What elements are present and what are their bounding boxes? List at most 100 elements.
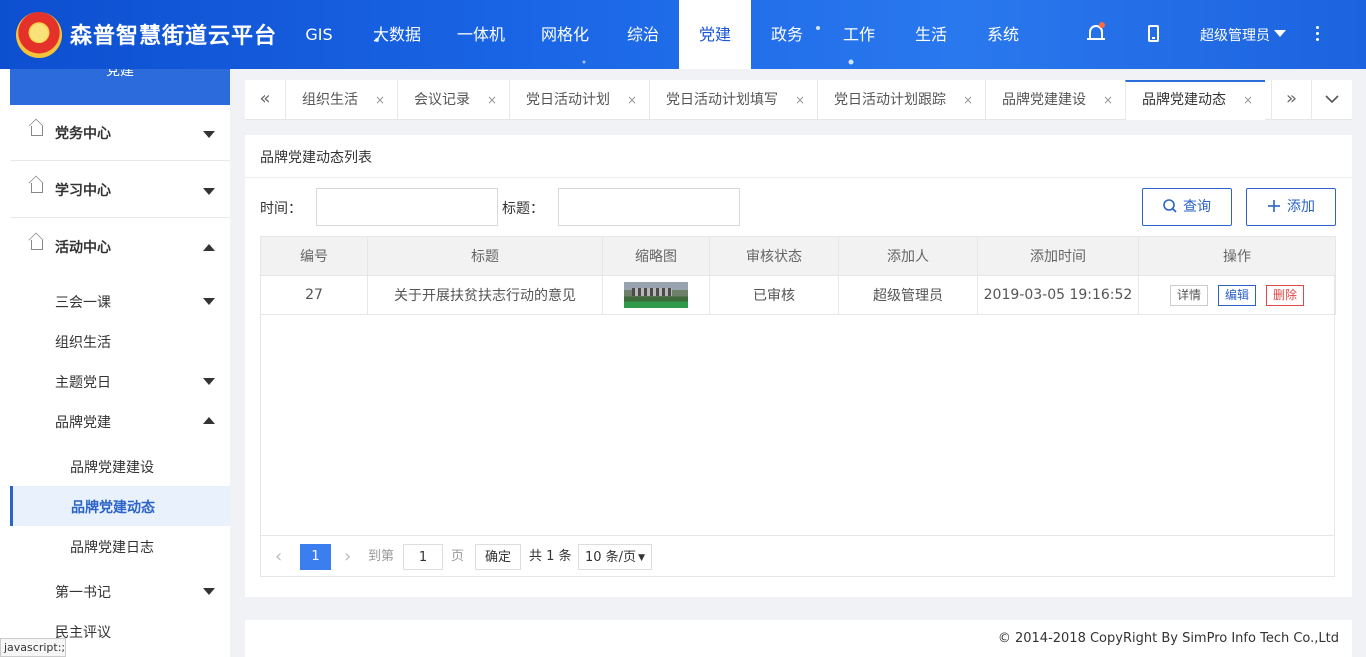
detail-button[interactable]: 详情 — [1169, 284, 1208, 306]
caret-down-icon: ▼ — [638, 553, 645, 563]
cell-id: 27 — [260, 275, 368, 315]
delete-button[interactable]: 删除 — [1266, 284, 1305, 306]
search-button[interactable]: 查询 — [1142, 188, 1232, 226]
nav-grid[interactable]: 网格化 — [523, 0, 607, 69]
tab-dropdown-icon[interactable] — [1311, 80, 1351, 120]
tab-brand-construction[interactable]: 品牌党建建设 × — [985, 80, 1125, 120]
sidebar-item-three-meetings[interactable]: 三会一课 — [10, 281, 230, 321]
tab-meeting-records[interactable]: 会议记录 × — [397, 80, 509, 120]
cell-actions: 详情 编辑 删除 — [1138, 275, 1336, 315]
column-header-id[interactable]: 编号 — [260, 236, 368, 276]
brand-title: 森普智慧街道云平台 — [70, 24, 278, 49]
pagination: ‹ 1 › 到第 1 页 确定 共 1 条 10 条/页 ▼ — [260, 535, 1335, 577]
search-icon — [1163, 199, 1177, 213]
close-icon[interactable]: × — [795, 80, 805, 120]
close-icon[interactable]: × — [1103, 80, 1113, 120]
caret-down-icon — [1274, 30, 1286, 37]
sidebar-group-activity[interactable]: 活动中心 — [10, 219, 230, 275]
cell-creator: 超级管理员 — [838, 275, 978, 315]
thumbnail-image[interactable] — [624, 282, 688, 308]
tab-brand-news[interactable]: 品牌党建动态 × — [1125, 80, 1265, 120]
time-input[interactable] — [316, 188, 498, 226]
tab-scroll-right-icon[interactable]: » — [1271, 80, 1311, 120]
tab-organization-life[interactable]: 组织生活 × — [285, 80, 397, 120]
cell-thumbnail — [602, 275, 710, 315]
nav-all-in-one[interactable]: 一体机 — [439, 0, 523, 69]
cell-title: 关于开展扶贫扶志行动的意见 — [367, 275, 603, 315]
sidebar-header: 党建 — [10, 69, 230, 105]
more-vertical-icon[interactable] — [1316, 26, 1320, 42]
tab-scroll-left-icon[interactable]: « — [245, 80, 285, 120]
nav-life[interactable]: 生活 — [895, 0, 967, 69]
sidebar-group-party-affairs[interactable]: 党务中心 — [10, 105, 230, 161]
home-icon — [31, 183, 43, 193]
goto-confirm-button[interactable]: 确定 — [475, 544, 521, 570]
title-label: 标题： — [502, 201, 544, 217]
total-count: 共 1 条 — [529, 549, 572, 564]
table-row[interactable]: 27 关于开展扶贫扶志行动的意见 已审核 超级管理员 2019-03-05 19… — [260, 275, 1336, 315]
sidebar-group-study[interactable]: 学习中心 — [10, 162, 230, 218]
tab-party-day-plan-track[interactable]: 党日活动计划跟踪 × — [817, 80, 985, 120]
column-header-status[interactable]: 审核状态 — [709, 236, 839, 276]
edit-button[interactable]: 编辑 — [1217, 284, 1256, 306]
page-size-select[interactable]: 10 条/页 ▼ — [578, 544, 652, 570]
page-unit-label: 页 — [451, 549, 465, 564]
sidebar: 党建 党务中心 学习中心 活动中心 三会一课 组织生活 主题党日 品牌党建 品牌… — [0, 69, 230, 657]
browser-status-bar: javascript:; — [0, 638, 66, 657]
nav-gis[interactable]: GIS — [283, 0, 355, 69]
add-button[interactable]: 添加 — [1246, 188, 1336, 226]
nav-party-building[interactable]: 党建 — [679, 0, 752, 69]
column-header-actions[interactable]: 操作 — [1138, 236, 1336, 276]
user-menu[interactable]: 超级管理员 — [1200, 25, 1286, 45]
close-icon[interactable]: × — [375, 80, 385, 120]
emblem-logo — [16, 12, 62, 58]
page-current[interactable]: 1 — [300, 544, 331, 570]
footer: © 2014-2018 CopyRight By SimPro Info Tec… — [245, 620, 1352, 657]
divider — [245, 177, 1352, 178]
data-table: 编号 标题 缩略图 审核状态 添加人 添加时间 操作 27 关于开展扶贫扶志行动… — [260, 236, 1336, 315]
nav-system[interactable]: 系统 — [967, 0, 1039, 69]
main-nav: GIS 大数据 一体机 网格化 综治 党建 政务 工作 生活 系统 — [283, 0, 1039, 69]
mobile-icon[interactable] — [1144, 24, 1164, 44]
nav-work[interactable]: 工作 — [823, 0, 895, 69]
sidebar-item-brand-news[interactable]: 品牌党建动态 — [10, 486, 230, 526]
sidebar-item-organization-life[interactable]: 组织生活 — [10, 321, 230, 361]
close-icon[interactable]: × — [1243, 82, 1253, 119]
goto-label: 到第 — [368, 549, 395, 564]
sidebar-item-theme-party-day[interactable]: 主题党日 — [10, 361, 230, 401]
close-icon[interactable]: × — [627, 80, 637, 120]
sidebar-item-brand-party[interactable]: 品牌党建 — [10, 401, 230, 441]
column-header-creator[interactable]: 添加人 — [838, 236, 978, 276]
tab-party-day-plan[interactable]: 党日活动计划 × — [509, 80, 649, 120]
page-prev-icon[interactable]: ‹ — [275, 544, 282, 570]
title-input[interactable] — [558, 188, 740, 226]
sidebar-group-label: 党务中心 — [55, 126, 111, 142]
sidebar-item-brand-construction[interactable]: 品牌党建建设 — [10, 446, 230, 486]
caret-down-icon — [203, 131, 215, 138]
user-name: 超级管理员 — [1200, 28, 1270, 44]
caret-down-icon — [203, 588, 215, 595]
caret-down-icon — [203, 378, 215, 385]
nav-government-affairs[interactable]: 政务 — [751, 0, 823, 69]
content-card: 品牌党建动态列表 时间： 标题： 查询 添加 编号 标题 缩略图 审核状态 添加… — [245, 135, 1352, 597]
notification-dot — [1099, 22, 1105, 28]
table-header-row: 编号 标题 缩略图 审核状态 添加人 添加时间 操作 — [260, 236, 1336, 276]
cell-time: 2019-03-05 19:16:52 — [977, 275, 1139, 315]
copyright-text: © 2014-2018 CopyRight By SimPro Info Tec… — [997, 631, 1339, 646]
close-icon[interactable]: × — [963, 80, 973, 120]
column-header-time[interactable]: 添加时间 — [977, 236, 1139, 276]
caret-down-icon — [203, 298, 215, 305]
page-next-icon[interactable]: › — [344, 544, 351, 570]
tab-party-day-plan-fill[interactable]: 党日活动计划填写 × — [649, 80, 817, 120]
home-icon — [31, 240, 43, 250]
close-icon[interactable]: × — [487, 80, 497, 120]
sidebar-group-label: 学习中心 — [55, 183, 111, 199]
goto-page-input[interactable]: 1 — [403, 544, 443, 570]
bell-icon[interactable] — [1086, 22, 1106, 44]
nav-governance[interactable]: 综治 — [607, 0, 679, 69]
column-header-thumbnail[interactable]: 缩略图 — [602, 236, 710, 276]
sidebar-item-brand-log[interactable]: 品牌党建日志 — [10, 526, 230, 566]
nav-big-data[interactable]: 大数据 — [355, 0, 439, 69]
sidebar-item-first-secretary[interactable]: 第一书记 — [10, 571, 230, 611]
column-header-title[interactable]: 标题 — [367, 236, 603, 276]
